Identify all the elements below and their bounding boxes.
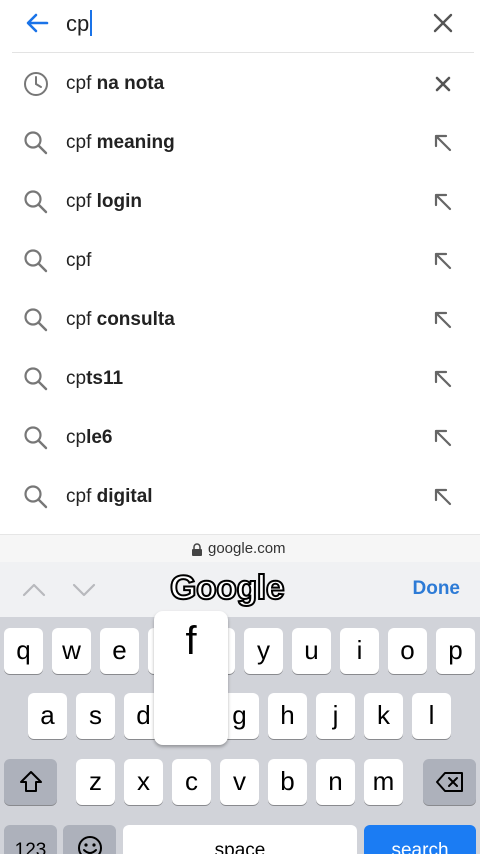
key-y[interactable]: y — [244, 628, 283, 674]
key-i[interactable]: i — [340, 628, 379, 674]
suggestion-text: cpf meaning — [66, 132, 175, 153]
shift-key[interactable] — [4, 759, 57, 805]
arrow-up-left-icon[interactable] — [430, 248, 456, 274]
suggestion-item[interactable]: cpts11 — [0, 349, 480, 408]
arrow-up-left-icon[interactable] — [430, 130, 456, 156]
search-input[interactable]: cp — [66, 10, 93, 38]
space-key[interactable]: space — [123, 825, 357, 854]
google-logo: Google — [169, 568, 286, 608]
done-button[interactable]: Done — [413, 578, 461, 600]
suggestion-text: cpf — [66, 250, 92, 271]
divider — [12, 52, 474, 53]
suggestion-text: cpf consulta — [66, 309, 175, 330]
key-k[interactable]: k — [364, 693, 403, 739]
key-p[interactable]: p — [436, 628, 475, 674]
url-bar[interactable]: google.com — [0, 534, 480, 562]
key-u[interactable]: u — [292, 628, 331, 674]
search-icon — [24, 131, 48, 155]
suggestion-item[interactable]: cpf login — [0, 172, 480, 231]
search-icon — [24, 426, 48, 450]
lock-icon — [192, 543, 202, 556]
arrow-up-left-icon[interactable] — [430, 484, 456, 510]
arrow-up-left-icon[interactable] — [430, 307, 456, 333]
arrow-up-left-icon[interactable] — [430, 425, 456, 451]
suggestion-item[interactable]: cpf — [0, 231, 480, 290]
key-m[interactable]: m — [364, 759, 403, 805]
suggestion-item[interactable]: cpf consulta — [0, 290, 480, 349]
key-e[interactable]: e — [100, 628, 139, 674]
remove-icon[interactable] — [430, 71, 456, 97]
text-caret — [90, 10, 93, 36]
key-l[interactable]: l — [412, 693, 451, 739]
key-o[interactable]: o — [388, 628, 427, 674]
key-c[interactable]: c — [172, 759, 211, 805]
key-popup-char: f — [185, 619, 197, 663]
suggestion-text: cpf digital — [66, 486, 153, 507]
search-icon — [24, 190, 48, 214]
key-j[interactable]: j — [316, 693, 355, 739]
arrow-up-left-icon[interactable] — [430, 189, 456, 215]
suggestion-text: cpts11 — [66, 368, 124, 389]
suggestion-item[interactable]: cpf na nota — [0, 54, 480, 113]
emoji-key[interactable] — [63, 825, 116, 854]
search-bar: cp — [0, 0, 480, 52]
close-icon[interactable] — [428, 8, 458, 38]
chevron-up-icon[interactable] — [20, 576, 48, 604]
key-x[interactable]: x — [124, 759, 163, 805]
key-popup: f — [154, 611, 228, 745]
key-q[interactable]: q — [4, 628, 43, 674]
url-domain: google.com — [208, 540, 286, 557]
arrow-up-left-icon[interactable] — [430, 366, 456, 392]
suggestion-item[interactable]: cple6 — [0, 408, 480, 467]
key-b[interactable]: b — [268, 759, 307, 805]
emoji-icon — [77, 836, 102, 854]
search-icon — [24, 367, 48, 391]
backspace-key[interactable] — [423, 759, 476, 805]
key-z[interactable]: z — [76, 759, 115, 805]
backspace-icon — [435, 772, 463, 792]
suggestion-text: cpf na nota — [66, 73, 165, 94]
key-h[interactable]: h — [268, 693, 307, 739]
search-query-text: cp — [66, 11, 90, 36]
chevron-down-icon[interactable] — [70, 576, 98, 604]
key-w[interactable]: w — [52, 628, 91, 674]
numbers-key[interactable]: 123 — [4, 825, 57, 854]
search-key[interactable]: search — [364, 825, 476, 854]
key-n[interactable]: n — [316, 759, 355, 805]
search-icon — [24, 249, 48, 273]
suggestion-text: cple6 — [66, 427, 113, 448]
key-a[interactable]: a — [28, 693, 67, 739]
shift-icon — [19, 771, 42, 792]
suggestion-item[interactable]: cpf digital — [0, 467, 480, 526]
suggestion-item[interactable]: cpf meaning — [0, 113, 480, 172]
search-icon — [24, 485, 48, 509]
key-v[interactable]: v — [220, 759, 259, 805]
key-s[interactable]: s — [76, 693, 115, 739]
search-icon — [24, 308, 48, 332]
keyboard: q w e r t y u i o p a s d g h j k l z x … — [0, 617, 480, 854]
arrow-left-icon[interactable] — [22, 8, 52, 38]
history-icon — [24, 72, 48, 96]
suggestion-text: cpf login — [66, 191, 143, 212]
